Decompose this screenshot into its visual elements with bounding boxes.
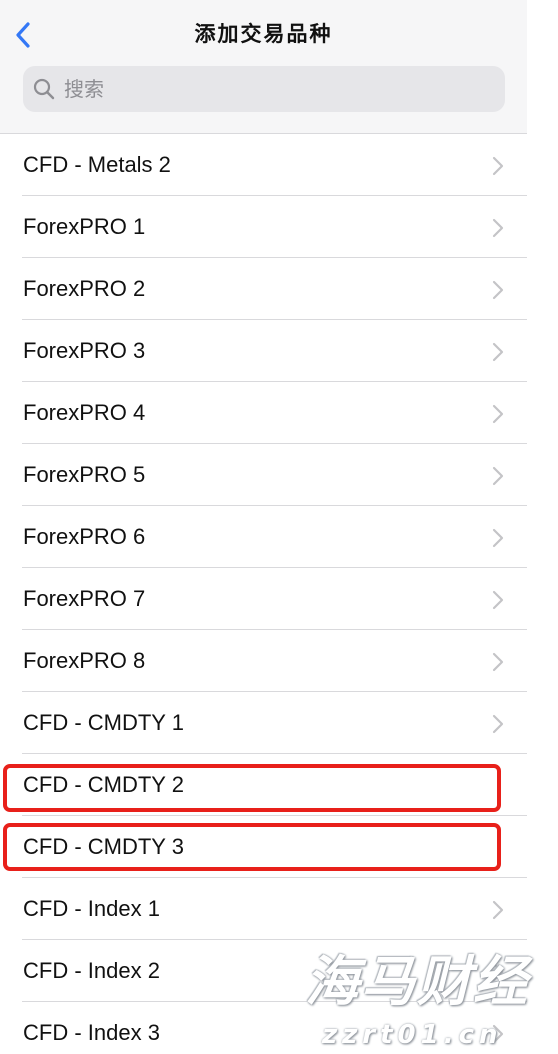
chevron-right-icon bbox=[492, 280, 504, 300]
chevron-right-icon bbox=[492, 652, 504, 672]
list-item[interactable]: ForexPRO 6 bbox=[0, 506, 527, 568]
list-item-label: ForexPRO 3 bbox=[23, 338, 146, 363]
search-placeholder: 搜索 bbox=[64, 77, 104, 101]
page-title: 添加交易品种 bbox=[194, 22, 333, 46]
list-item-label: CFD - Metals 2 bbox=[23, 152, 171, 177]
list-item-label: ForexPRO 7 bbox=[23, 586, 146, 611]
navigation-header: 添加交易品种 搜索 bbox=[0, 0, 527, 134]
chevron-right-icon bbox=[492, 962, 504, 982]
list-item-label: CFD - CMDTY 1 bbox=[23, 710, 184, 735]
list-item[interactable]: ForexPRO 4 bbox=[0, 382, 527, 444]
chevron-right-icon bbox=[492, 590, 504, 610]
chevron-right-icon bbox=[492, 156, 504, 176]
list-item-label: ForexPRO 4 bbox=[23, 400, 146, 425]
list-item-label: CFD - Index 3 bbox=[23, 1020, 160, 1045]
list-item-label: ForexPRO 8 bbox=[23, 648, 146, 673]
list-item[interactable]: CFD - Index 3 bbox=[0, 1002, 527, 1054]
chevron-right-icon bbox=[492, 218, 504, 238]
list-item-label: ForexPRO 2 bbox=[23, 276, 146, 301]
list-item[interactable]: ForexPRO 2 bbox=[0, 258, 527, 320]
list-item[interactable]: ForexPRO 5 bbox=[0, 444, 527, 506]
list-item[interactable]: CFD - Metals 2 bbox=[0, 134, 527, 196]
chevron-right-icon bbox=[492, 1024, 504, 1044]
search-input[interactable]: 搜索 bbox=[23, 66, 505, 112]
right-margin bbox=[527, 0, 558, 1054]
list-item-label: ForexPRO 1 bbox=[23, 214, 146, 239]
list-item-highlighted[interactable]: CFD - CMDTY 3 bbox=[0, 816, 527, 878]
list-item[interactable]: CFD - Index 1 bbox=[0, 878, 527, 940]
list-item-label: CFD - CMDTY 2 bbox=[23, 772, 184, 797]
list-item-label: CFD - CMDTY 3 bbox=[23, 834, 184, 859]
chevron-right-icon bbox=[492, 528, 504, 548]
list-item[interactable]: ForexPRO 1 bbox=[0, 196, 527, 258]
list-item[interactable]: ForexPRO 3 bbox=[0, 320, 527, 382]
chevron-right-icon bbox=[492, 342, 504, 362]
list-item[interactable]: ForexPRO 8 bbox=[0, 630, 527, 692]
list-item[interactable]: ForexPRO 7 bbox=[0, 568, 527, 630]
chevron-right-icon bbox=[492, 466, 504, 486]
search-icon bbox=[33, 78, 55, 100]
list-item-label: ForexPRO 6 bbox=[23, 524, 146, 549]
chevron-right-icon bbox=[492, 900, 504, 920]
chevron-right-icon bbox=[492, 714, 504, 734]
list-item-label: ForexPRO 5 bbox=[23, 462, 146, 487]
list-item-highlighted[interactable]: CFD - CMDTY 2 bbox=[0, 754, 527, 816]
list-item[interactable]: CFD - CMDTY 1 bbox=[0, 692, 527, 754]
list-item-label: CFD - Index 1 bbox=[23, 896, 160, 921]
chevron-right-icon bbox=[492, 404, 504, 424]
symbol-group-list: CFD - Metals 2 ForexPRO 1 ForexPRO 2 For… bbox=[0, 134, 527, 1054]
list-item-label: CFD - Index 2 bbox=[23, 958, 160, 983]
list-item[interactable]: CFD - Index 2 bbox=[0, 940, 527, 1002]
app-screen: 添加交易品种 搜索 CFD - Metals 2 ForexPRO 1 Fore… bbox=[0, 0, 527, 1054]
